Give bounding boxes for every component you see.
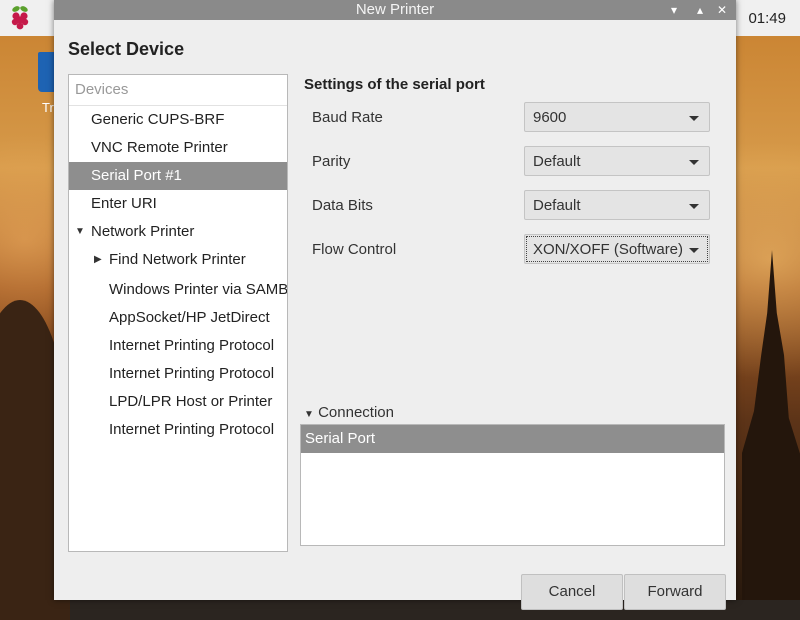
clock[interactable]: 01:49 [748,10,786,27]
parity-label: Parity [312,153,351,170]
connection-label: Connection [318,404,394,421]
dropdown-arrow-icon [689,160,699,165]
baud-rate-value: 9600 [533,109,567,126]
connection-expander[interactable]: ▼ Connection [304,404,394,421]
dropdown-arrow-icon [689,204,699,209]
cancel-button[interactable]: Cancel [521,574,623,610]
window-title: New Printer [355,1,435,18]
raspberry-pi-menu-icon[interactable] [6,4,34,32]
device-item-ipp-1[interactable]: Internet Printing Protocol [69,332,287,360]
device-item-label: Serial Port #1 [91,167,182,184]
data-bits-select[interactable]: Default [524,190,710,220]
connection-item-serial-port[interactable]: Serial Port [301,425,724,453]
device-list-header[interactable]: Devices [69,75,287,106]
device-item-label: Internet Printing Protocol [109,337,275,354]
dropdown-arrow-icon [689,248,699,253]
device-item-label: AppSocket/HP JetDirect [109,309,270,326]
forward-button[interactable]: Forward [624,574,726,610]
close-icon[interactable]: ✕ [714,2,730,18]
device-item-lpd-lpr[interactable]: LPD/LPR Host or Printer [69,388,287,416]
device-item-label: Internet Printing Protocol [109,365,275,382]
device-item-serial-port-1[interactable]: Serial Port #1 [69,162,287,190]
expander-down-icon: ▼ [304,409,314,420]
maximize-icon[interactable]: ▴ [692,2,708,18]
expander-down-icon[interactable]: ▼ [75,218,85,246]
settings-title: Settings of the serial port [304,76,485,93]
parity-value: Default [533,153,581,170]
connection-list: Serial Port [300,424,725,546]
device-item-label: Windows Printer via SAMBA [109,281,288,298]
device-item-find-network-printer[interactable]: ▶ Find Network Printer [69,246,287,274]
device-item-vnc-remote-printer[interactable]: VNC Remote Printer [69,134,287,162]
device-item-label: VNC Remote Printer [91,139,228,156]
data-bits-label: Data Bits [312,197,373,214]
device-item-label: Network Printer [91,223,195,240]
new-printer-dialog: New Printer ▾ ▴ ✕ Select Device Devices … [54,0,736,610]
baud-rate-select[interactable]: 9600 [524,102,710,132]
trash-label: Tr [42,100,54,115]
data-bits-value: Default [533,197,581,214]
device-item-label: Enter URI [91,195,157,212]
parity-select[interactable]: Default [524,146,710,176]
device-item-enter-uri[interactable]: Enter URI [69,190,287,218]
device-item-ipp-3[interactable]: Internet Printing Protocol [69,416,287,444]
device-item-label: Find Network Printer [109,251,246,268]
device-item-network-printer[interactable]: ▼ Network Printer [69,218,287,246]
device-list: Devices Generic CUPS-BRF VNC Remote Prin… [68,74,288,552]
baud-rate-label: Baud Rate [312,109,383,126]
device-item-ipp-2[interactable]: Internet Printing Protocol [69,360,287,388]
device-item-label: Generic CUPS-BRF [91,111,225,128]
flow-control-label: Flow Control [312,241,397,258]
page-title: Select Device [68,39,185,59]
expander-right-icon[interactable]: ▶ [94,246,102,274]
flow-control-select[interactable]: XON/XOFF (Software) [524,234,710,264]
minimize-icon[interactable]: ▾ [666,2,682,18]
device-item-label: LPD/LPR Host or Printer [109,393,273,410]
device-item-appsocket-jetdirect[interactable]: AppSocket/HP JetDirect [69,304,287,332]
flow-control-value: XON/XOFF (Software) [533,241,684,258]
device-item-windows-printer-samba[interactable]: Windows Printer via SAMBA [69,276,287,304]
device-item-generic-cups-brf[interactable]: Generic CUPS-BRF [69,106,287,134]
title-bar[interactable]: New Printer ▾ ▴ ✕ [54,0,736,20]
dropdown-arrow-icon [689,116,699,121]
device-item-label: Internet Printing Protocol [109,421,275,438]
